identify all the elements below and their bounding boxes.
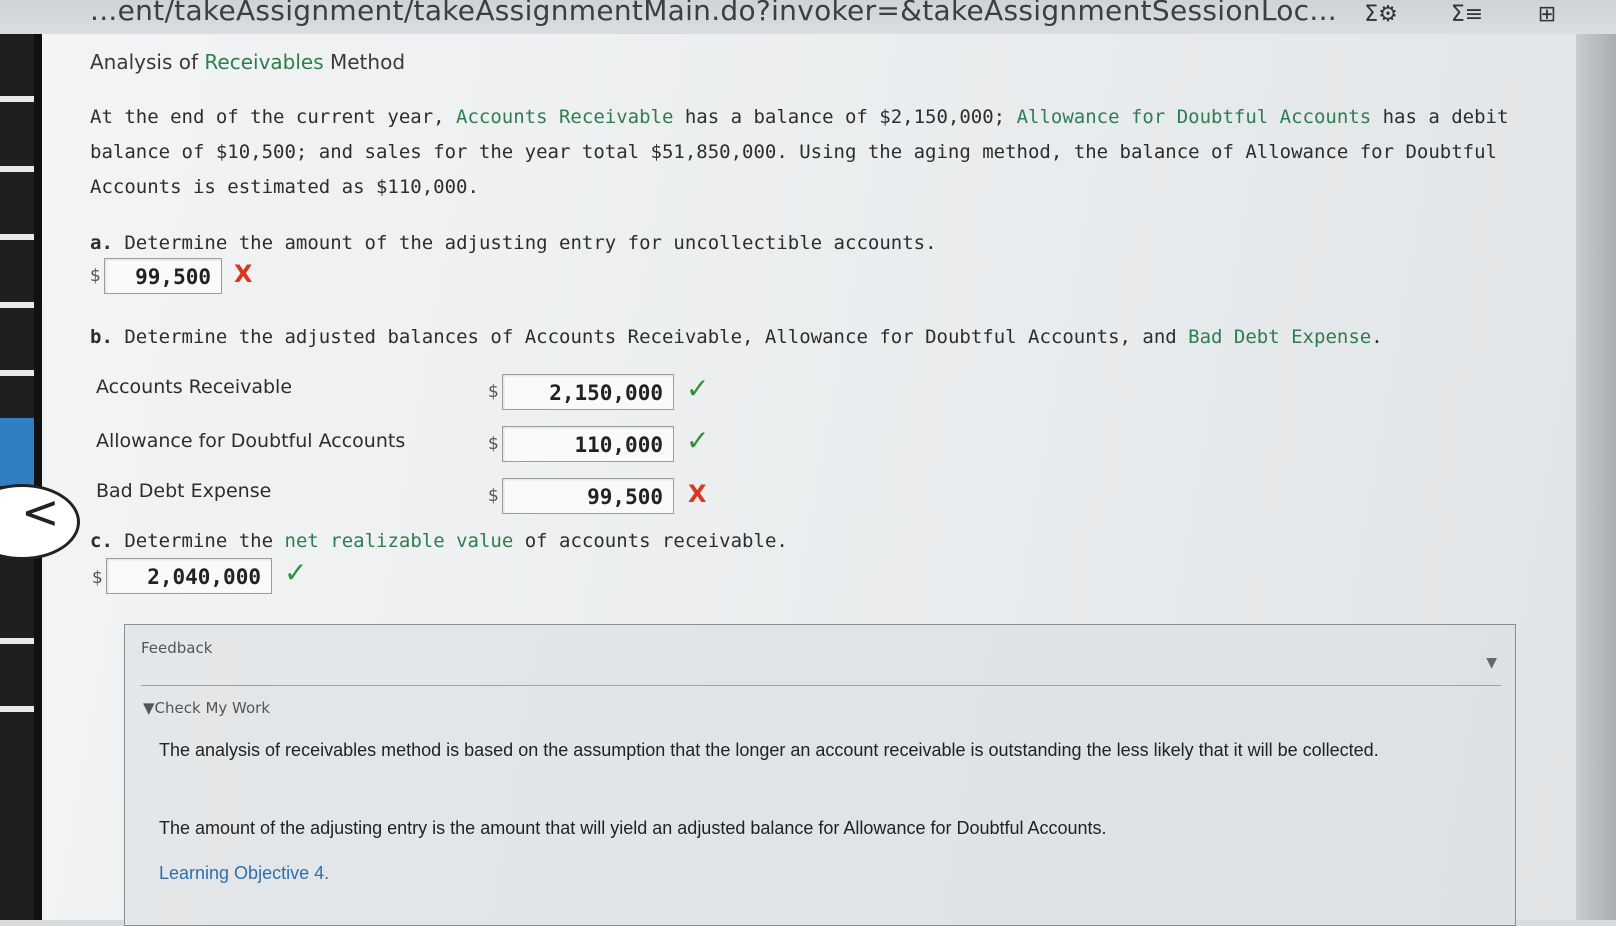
incorrect-icon: X [688, 480, 707, 508]
feedback-title: Feedback [141, 639, 213, 657]
add-window-icon[interactable]: ⊞ [1530, 0, 1564, 30]
question-a: a. Determine the amount of the adjusting… [90, 232, 937, 254]
problem-statement: At the end of the current year, Accounts… [90, 106, 1509, 198]
bad-debt-expense-input[interactable]: 99,500 [502, 478, 674, 514]
currency-sign: $ [488, 486, 499, 506]
incorrect-icon: X [234, 260, 253, 288]
answer-a-input[interactable]: 99,500 [104, 258, 222, 294]
currency-sign: $ [488, 382, 499, 402]
currency-sign: $ [90, 266, 101, 286]
row-label-bad-debt-expense: Bad Debt Expense [96, 480, 272, 502]
question-b: b. Determine the adjusted balances of Ac… [90, 326, 1383, 348]
net-realizable-value-link[interactable]: net realizable value [285, 530, 514, 552]
chevron-left-icon: < [21, 485, 60, 539]
correct-icon: ✓ [284, 556, 308, 589]
sigma-list-icon[interactable]: Σ≡ [1450, 0, 1484, 30]
currency-sign: $ [92, 568, 103, 588]
sidebar-divider [0, 96, 34, 102]
feedback-paragraph: The analysis of receivables method is ba… [159, 740, 1379, 760]
receivables-link[interactable]: Receivables [204, 50, 323, 74]
accounts-receivable-input[interactable]: 2,150,000 [502, 374, 674, 410]
address-bar[interactable]: ...ent/takeAssignment/takeAssignmentMain… [90, 0, 1337, 27]
accounts-receivable-link[interactable]: Accounts Receivable [456, 106, 673, 128]
sidebar-item-active[interactable] [0, 418, 34, 486]
sidebar-divider [0, 706, 34, 712]
browser-toolbar: ...ent/takeAssignment/takeAssignmentMain… [0, 0, 1616, 35]
check-my-work-toggle[interactable]: ▼Check My Work [143, 699, 270, 717]
correct-icon: ✓ [686, 424, 710, 457]
assignment-content: Analysis of Receivables Method At the en… [42, 34, 1576, 926]
bad-debt-expense-link[interactable]: Bad Debt Expense [1188, 326, 1371, 348]
scrollbar[interactable] [1576, 34, 1616, 920]
sidebar-divider [0, 302, 34, 308]
sigma-settings-icon[interactable]: Σ⚙ [1364, 0, 1398, 30]
feedback-paragraph: The amount of the adjusting entry is the… [159, 818, 1107, 838]
question-c: c. Determine the net realizable value of… [90, 530, 788, 552]
feedback-panel: Feedback ▼ ▼Check My Work The analysis o… [124, 624, 1516, 926]
allowance-input[interactable]: 110,000 [502, 426, 674, 462]
row-label-allowance: Allowance for Doubtful Accounts [96, 430, 406, 452]
learning-objective-link[interactable]: Learning Objective 4. [159, 863, 329, 884]
sidebar-divider [0, 370, 34, 376]
allowance-link[interactable]: Allowance for Doubtful Accounts [1017, 106, 1372, 128]
sidebar-divider [0, 234, 34, 240]
net-realizable-value-input[interactable]: 2,040,000 [106, 558, 272, 594]
currency-sign: $ [488, 434, 499, 454]
sidebar-divider [0, 166, 34, 172]
collapse-toggle-icon[interactable]: ▼ [1486, 655, 1497, 671]
correct-icon: ✓ [686, 372, 710, 405]
left-sidebar [0, 34, 42, 920]
page-title: Analysis of Receivables Method [90, 50, 406, 74]
row-label-accounts-receivable: Accounts Receivable [96, 376, 293, 398]
divider [141, 685, 1501, 686]
sidebar-divider [0, 638, 34, 644]
